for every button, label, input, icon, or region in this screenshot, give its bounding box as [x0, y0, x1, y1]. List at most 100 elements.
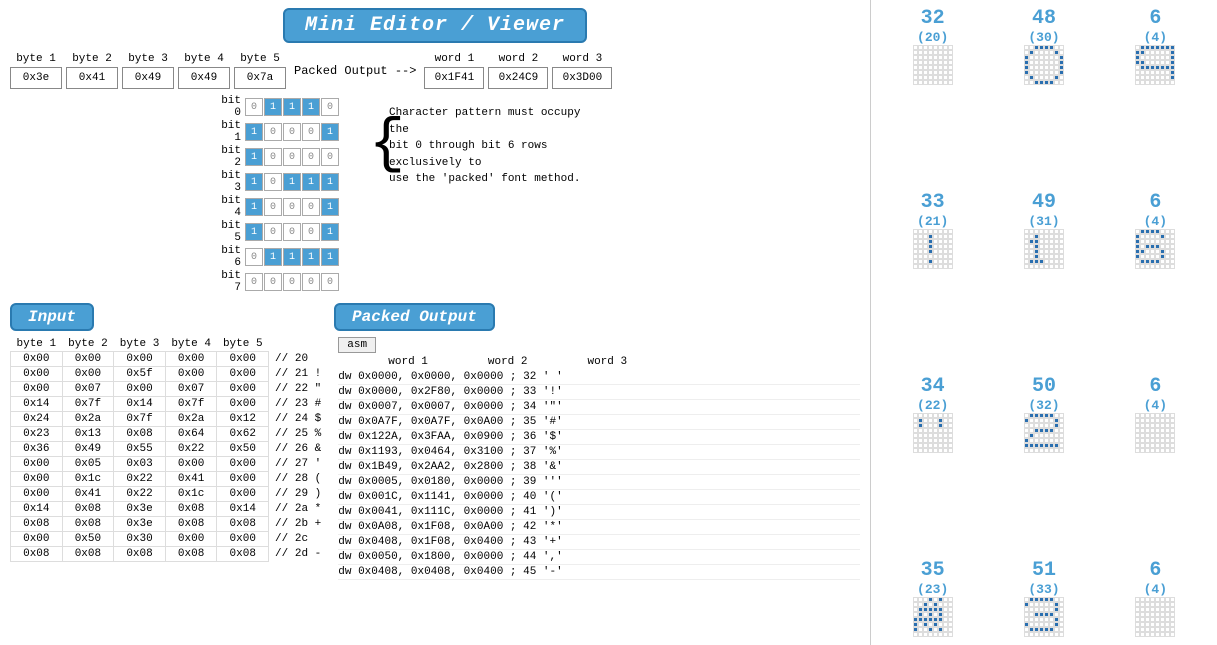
bit-cell-6-1[interactable]: 1	[264, 248, 282, 266]
word-input-1[interactable]	[424, 67, 484, 89]
packed-col-word1: word 1	[388, 356, 428, 368]
bit-cell-6-2[interactable]: 1	[283, 248, 301, 266]
bit-cell-3-0[interactable]: 1	[245, 173, 263, 191]
bit-cell-7-4[interactable]: 0	[321, 273, 339, 291]
asm-tab[interactable]: asm	[338, 337, 376, 353]
bit-cell-4-1[interactable]: 0	[264, 198, 282, 216]
bit-cell-1-3[interactable]: 0	[302, 123, 320, 141]
input-cell-12-4: 0x00	[217, 532, 269, 547]
bit-cell-1-4[interactable]: 1	[321, 123, 339, 141]
bit-cell-5-2[interactable]: 0	[283, 223, 301, 241]
input-cell-12-2: 0x30	[114, 532, 166, 547]
bit-cell-7-3[interactable]: 0	[302, 273, 320, 291]
input-cell-3-5: // 23 #	[269, 397, 328, 412]
input-cell-0-2: 0x00	[114, 352, 166, 367]
packed-row-6: dw 0x1B49, 0x2AA2, 0x2800 ; 38 '&'	[338, 460, 860, 475]
char-cell-5: 6(4)	[1102, 192, 1209, 372]
pixel-grid-4	[1024, 229, 1064, 269]
bit-cell-3-3[interactable]: 1	[302, 173, 320, 191]
input-cell-4-1: 0x2a	[62, 412, 114, 427]
bit-row-4: bit 410001	[210, 195, 339, 219]
input-table: byte 1 byte 2 byte 3 byte 4 byte 5 0x000…	[10, 337, 328, 562]
pixel-9-7-7	[948, 632, 953, 637]
input-cell-9-1: 0x41	[62, 487, 114, 502]
bit-cell-2-2[interactable]: 0	[283, 148, 301, 166]
bit-cell-6-3[interactable]: 1	[302, 248, 320, 266]
bit-cell-4-0[interactable]: 1	[245, 198, 263, 216]
input-cell-9-4: 0x00	[217, 487, 269, 502]
bit-cell-0-1[interactable]: 1	[264, 98, 282, 116]
input-cell-6-5: // 26 &	[269, 442, 328, 457]
byte-input-3[interactable]	[122, 67, 174, 89]
word-input-3[interactable]	[552, 67, 612, 89]
input-table-row: 0x240x2a0x7f0x2a0x12// 24 $	[11, 412, 328, 427]
main-container: Mini Editor / Viewer byte 1 byte 2 byte …	[0, 0, 1217, 645]
char-sub-8: (4)	[1144, 398, 1167, 413]
byte-input-5[interactable]	[234, 67, 286, 89]
input-cell-3-3: 0x7f	[165, 397, 217, 412]
pixel-grid-2	[1135, 45, 1175, 85]
byte-input-1[interactable]	[10, 67, 62, 89]
bit-cell-4-3[interactable]: 0	[302, 198, 320, 216]
bit-cell-1-0[interactable]: 1	[245, 123, 263, 141]
input-cell-9-2: 0x22	[114, 487, 166, 502]
bit-cell-0-2[interactable]: 1	[283, 98, 301, 116]
bit-cell-5-4[interactable]: 1	[321, 223, 339, 241]
bit-cell-0-4[interactable]: 0	[321, 98, 339, 116]
bit-row-label-6: bit 6	[210, 245, 245, 269]
bit-cell-3-1[interactable]: 0	[264, 173, 282, 191]
bit-cell-7-1[interactable]: 0	[264, 273, 282, 291]
bit-cell-4-2[interactable]: 0	[283, 198, 301, 216]
char-cell-9: 35(23)	[879, 560, 986, 637]
input-table-area: byte 1 byte 2 byte 3 byte 4 byte 5 0x000…	[10, 337, 328, 580]
input-cell-11-0: 0x08	[11, 517, 63, 532]
word-input-2[interactable]	[488, 67, 548, 89]
input-table-row: 0x080x080x080x080x08// 2d -	[11, 547, 328, 562]
byte-input-2[interactable]	[66, 67, 118, 89]
bit-cell-2-4[interactable]: 0	[321, 148, 339, 166]
input-cell-3-4: 0x00	[217, 397, 269, 412]
bit-cell-2-3[interactable]: 0	[302, 148, 320, 166]
bit-cell-1-1[interactable]: 0	[264, 123, 282, 141]
char-number-5: 6	[1149, 192, 1161, 214]
bit-cell-2-1[interactable]: 0	[264, 148, 282, 166]
input-cell-10-1: 0x08	[62, 502, 114, 517]
bit-cell-7-0[interactable]: 0	[245, 273, 263, 291]
packed-row-8: dw 0x001C, 0x1141, 0x0000 ; 40 '('	[338, 490, 860, 505]
bit-cell-0-0[interactable]: 0	[245, 98, 263, 116]
bit-row-label-1: bit 1	[210, 120, 245, 144]
bit-cell-2-0[interactable]: 1	[245, 148, 263, 166]
byte-label-3: byte 3	[122, 53, 174, 65]
input-table-row: 0x140x7f0x140x7f0x00// 23 #	[11, 397, 328, 412]
input-col-comment	[269, 337, 328, 352]
bit-cell-3-2[interactable]: 1	[283, 173, 301, 191]
input-cell-2-2: 0x00	[114, 382, 166, 397]
bit-cell-5-3[interactable]: 0	[302, 223, 320, 241]
bit-cell-6-4[interactable]: 1	[321, 248, 339, 266]
bit-row-5: bit 510001	[210, 220, 339, 244]
char-number-1: 48	[1032, 8, 1056, 30]
bit-cell-7-2[interactable]: 0	[283, 273, 301, 291]
bit-cell-5-0[interactable]: 1	[245, 223, 263, 241]
byte-input-4[interactable]	[178, 67, 230, 89]
bit-cell-5-1[interactable]: 0	[264, 223, 282, 241]
bit-cell-4-4[interactable]: 1	[321, 198, 339, 216]
packed-row-2: dw 0x0007, 0x0007, 0x0000 ; 34 '"'	[338, 400, 860, 415]
input-cell-2-4: 0x00	[217, 382, 269, 397]
pixel-grid-6	[913, 413, 953, 453]
pixel-6-7-7	[948, 448, 953, 453]
bit-cell-1-2[interactable]: 0	[283, 123, 301, 141]
pixel-grid-8	[1135, 413, 1175, 453]
bit-row-label-3: bit 3	[210, 170, 245, 194]
bit-cell-3-4[interactable]: 1	[321, 173, 339, 191]
input-table-row: 0x360x490x550x220x50// 26 &	[11, 442, 328, 457]
annotation-area: { Character pattern must occupy thebit 0…	[369, 105, 599, 295]
left-panel: Mini Editor / Viewer byte 1 byte 2 byte …	[0, 0, 870, 645]
packed-output-arrow-label: Packed Output -->	[294, 64, 416, 78]
input-cell-4-4: 0x12	[217, 412, 269, 427]
bit-cell-0-3[interactable]: 1	[302, 98, 320, 116]
input-cell-1-4: 0x00	[217, 367, 269, 382]
input-cell-1-3: 0x00	[165, 367, 217, 382]
bit-row-1: bit 110001	[210, 120, 339, 144]
bit-cell-6-0[interactable]: 0	[245, 248, 263, 266]
